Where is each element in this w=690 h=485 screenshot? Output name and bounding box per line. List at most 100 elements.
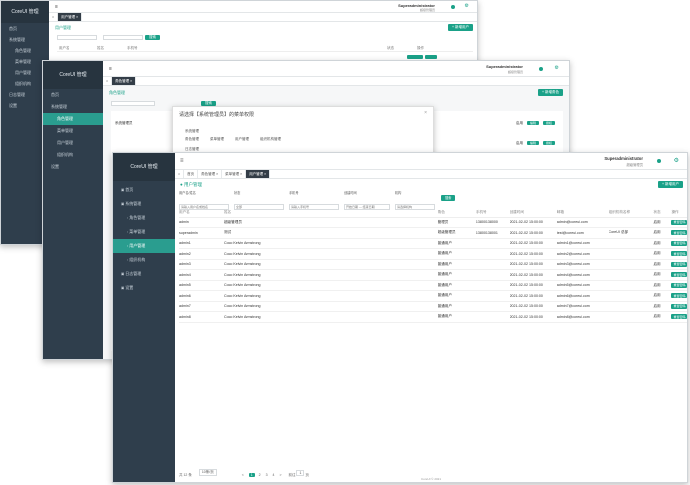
col-phone: 手机号 [475, 210, 487, 215]
sidebar-item-label: 日志管理 [125, 271, 142, 276]
col-ops: 操作 [671, 210, 679, 215]
sidebar-item-2[interactable]: ▫ 角色管理 [113, 211, 175, 225]
dialog-item-menu[interactable]: 菜单管理 [210, 137, 224, 141]
table-row[interactable]: admin2 Coco Kelvin Armstrong 普通用户 2021-02-0… [179, 249, 687, 260]
mid-add-button[interactable]: + 新增角色 [537, 89, 563, 96]
mid-menu-role[interactable]: 角色管理 [43, 113, 103, 125]
mid-row-auth-button-2[interactable]: 授权 [542, 141, 555, 145]
cell-actions: 重置密码编辑删除 [671, 312, 687, 323]
tab-role[interactable]: 角色管理 × [198, 170, 223, 178]
dialog-item-user[interactable]: 用户管理 [235, 137, 249, 141]
cell-status: 启用 [653, 272, 661, 277]
back-menu-home[interactable]: 首页 [1, 23, 49, 34]
col-name: 姓名 [223, 210, 232, 215]
tab-home-label[interactable]: 首页 [184, 170, 199, 178]
dialog-item-org[interactable]: 组织机构管理 [260, 137, 281, 141]
table-row[interactable]: admin7 Coco Kelvin Armstrong 普通用户 2021-02-0… [179, 301, 687, 312]
cell-role: 普通用户 [437, 282, 452, 287]
reset-password-button[interactable]: 重置密码 [671, 293, 687, 299]
cell-org [609, 312, 654, 323]
table-row[interactable]: admin3 Coco Kelvin Armstrong 普通用户 2021-02-0… [179, 259, 687, 270]
mid-row-edit-button-2[interactable]: 编辑 [526, 141, 539, 145]
back-menu-system[interactable]: 系统管理 [1, 34, 49, 45]
menu-icon[interactable]: ≡ [55, 4, 58, 10]
cell-role: 普通用户 [437, 251, 452, 256]
back-tab-user[interactable]: 用户管理 × [58, 13, 83, 21]
mid-menu-menu[interactable]: 菜单管理 [43, 125, 103, 137]
mid-menu-home[interactable]: 首页 [43, 89, 103, 101]
dialog-tree-root[interactable]: 系统管理 [185, 129, 199, 134]
dialog-item-role[interactable]: 角色管理 [185, 137, 199, 141]
mid-row-auth-button[interactable]: 授权 [542, 121, 555, 125]
menu-icon[interactable]: ≡ [109, 66, 112, 72]
mid-search-field[interactable] [111, 101, 155, 106]
sidebar-item-4[interactable]: ▫ 用户管理 [113, 239, 175, 253]
back-menu-role[interactable]: 角色管理 [1, 45, 49, 56]
table-row[interactable]: admin5 Coco Kelvin Armstrong 普通用户 2021-02-0… [179, 280, 687, 291]
jump-input[interactable]: 1 [296, 470, 305, 476]
table-row[interactable]: admin8 Coco Kelvin Armstrong 普通用户 2021-02-0… [179, 312, 687, 323]
back-add-button[interactable]: + 新增用户 [447, 24, 473, 31]
tab-user[interactable]: 用户管理 × [246, 170, 271, 178]
mid-menu-system[interactable]: 系统管理 [43, 101, 103, 113]
add-user-button[interactable]: + 新增用户 [657, 181, 683, 188]
settings-icon[interactable]: ⚙ [555, 65, 559, 71]
sidebar-item-3[interactable]: ▫ 菜单管理 [113, 225, 175, 239]
back-row-edit-button[interactable] [407, 55, 423, 59]
sidebar-item-6[interactable]: ▣ 日志管理 [113, 267, 175, 281]
mid-row-edit-button[interactable]: 编辑 [526, 121, 539, 125]
cell-phone [476, 249, 510, 260]
back-search-field[interactable] [57, 35, 97, 40]
reset-password-button[interactable]: 重置密码 [671, 314, 687, 320]
dialog-close-icon[interactable]: × [424, 110, 427, 116]
reset-password-button[interactable]: 重置密码 [671, 261, 687, 267]
reset-password-button[interactable]: 重置密码 [671, 303, 687, 309]
reset-password-button[interactable]: 重置密码 [671, 230, 687, 236]
table-row[interactable]: admin6 Coco Kelvin Armstrong 普通用户 2021-02-0… [179, 291, 687, 302]
settings-icon[interactable]: ⚙ [674, 157, 679, 164]
mid-tab-role[interactable]: 角色管理 × [112, 77, 137, 85]
back-search-button[interactable]: 搜索 [145, 35, 160, 40]
col-user: 用户名 [179, 210, 190, 215]
col-org: 组织机构名称 [608, 210, 631, 215]
tab-home[interactable]: ⌂ [175, 170, 185, 178]
cell-name: Coco Kelvin Armstrong [223, 293, 261, 298]
front-main: ≡ Superadministrator 超级管理员 ⚙ ⌂ 首页 角色管理 × 菜单… [175, 153, 687, 482]
reset-password-button[interactable]: 重置密码 [671, 272, 687, 278]
sidebar-item-0[interactable]: ▣ 首页 [113, 183, 175, 197]
mid-tab-home[interactable]: ⌂ [103, 77, 113, 85]
reset-password-button[interactable]: 重置密码 [671, 251, 687, 257]
reset-password-button[interactable]: 重置密码 [671, 282, 687, 288]
cell-org [609, 259, 654, 270]
reset-password-button[interactable]: 重置密码 [671, 219, 687, 225]
tab-menu[interactable]: 菜单管理 × [222, 170, 247, 178]
table-row[interactable]: superadmin 测试 超级管理员 13800138001 2021-02-02 1… [179, 228, 687, 238]
sidebar-item-1[interactable]: ▣ 系统管理 [113, 197, 175, 211]
back-col-phone: 手机号 [127, 46, 138, 50]
reset-password-button[interactable]: 重置密码 [671, 240, 687, 246]
mid-menu-settings[interactable]: 设置 [43, 161, 103, 173]
footer: CoreUI © 2021 [420, 477, 442, 481]
table-row[interactable]: admin4 Coco Kelvin Armstrong 普通用户 2021-02-0… [179, 270, 687, 280]
cell-name: 超级管理员 [223, 219, 242, 224]
back-tab-home[interactable]: ⌂ [49, 13, 59, 21]
settings-icon[interactable]: ⚙ [465, 3, 469, 9]
search-button[interactable]: 搜索 [441, 195, 456, 201]
cell-status: 启用 [653, 261, 661, 266]
mid-menu-user[interactable]: 用户管理 [43, 137, 103, 149]
page-size-select[interactable]: 10条/页 [198, 469, 217, 476]
cell-role: 普通用户 [437, 240, 452, 245]
dialog-tree-items: 角色管理 菜单管理 用户管理 组织机构管理 [185, 137, 281, 142]
sidebar-item-7[interactable]: ▣ 设置 [113, 281, 175, 295]
sidebar-item-5[interactable]: ▫ 组织机构 [113, 253, 175, 267]
cell-created: 2021-02-02 15:00:00 [509, 262, 543, 267]
cell-email: admin3@coreui.com [556, 262, 590, 267]
mid-topbar: ≡ Superadministrator 超级管理员 ⚙ [103, 61, 569, 77]
mid-menu-org[interactable]: 组织机构 [43, 149, 103, 161]
cell-phone [476, 291, 510, 302]
back-row-delete-button[interactable] [425, 55, 437, 59]
table-row[interactable]: admin 超级管理员 管理员 13800138000 2021-02-02 15:00… [179, 217, 687, 228]
menu-icon[interactable]: ≡ [180, 158, 184, 164]
table-row[interactable]: admin1 Coco Kelvin Armstrong 普通用户 2021-02-0… [179, 238, 687, 249]
back-search-field-2[interactable] [103, 35, 143, 40]
